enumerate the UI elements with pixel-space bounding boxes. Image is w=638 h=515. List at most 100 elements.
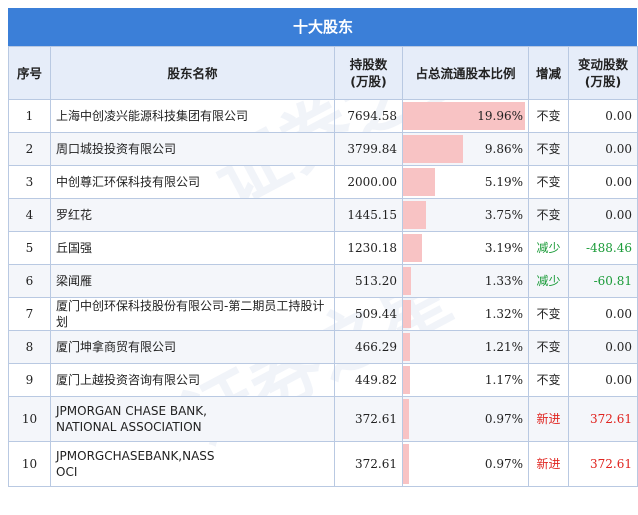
row-change-type: 不变 (528, 99, 569, 133)
row-idx: 2 (8, 132, 51, 166)
ratio-bar (403, 267, 412, 295)
row-idx: 4 (8, 198, 51, 232)
row-change-type: 不变 (528, 165, 569, 199)
row-ratio: 19.96% (402, 99, 529, 133)
row-idx: 3 (8, 165, 51, 199)
row-idx: 1 (8, 99, 51, 133)
ratio-bar (403, 399, 409, 439)
row-idx: 6 (8, 264, 51, 298)
row-shares: 3799.84 (334, 132, 403, 166)
row-name: 周口城投投资有限公司 (50, 132, 335, 166)
ratio-value: 3.75% (484, 208, 523, 222)
ratio-bar (403, 201, 426, 229)
row-name: 厦门上越投资咨询有限公司 (50, 363, 335, 397)
row-shares: 509.44 (334, 297, 403, 331)
row-idx: 10 (8, 396, 51, 442)
row-change-type: 新进 (528, 441, 569, 487)
table-row: 2 周口城投投资有限公司 3799.84 9.86% 不变 0.00 (8, 132, 638, 166)
row-idx: 9 (8, 363, 51, 397)
row-shares: 1230.18 (334, 231, 403, 265)
ratio-value: 1.21% (484, 340, 523, 354)
row-change-type: 不变 (528, 132, 569, 166)
row-ratio: 0.97% (402, 441, 529, 487)
ratio-bar (403, 333, 411, 361)
ratio-bar (403, 135, 464, 163)
row-ratio: 9.86% (402, 132, 529, 166)
row-name: 上海中创凌兴能源科技集团有限公司 (50, 99, 335, 133)
row-name: 罗红花 (50, 198, 335, 232)
row-idx: 8 (8, 330, 51, 364)
ratio-value: 0.97% (484, 412, 523, 426)
shareholders-table: 序号 股东名称 持股数 (万股) 占总流通股本比例 增减 变动股数 (万股) 1… (8, 46, 638, 487)
ratio-bar (403, 234, 423, 262)
row-change-type: 不变 (528, 363, 569, 397)
table-header-row: 序号 股东名称 持股数 (万股) 占总流通股本比例 增减 变动股数 (万股) (8, 46, 638, 100)
table-row: 4 罗红花 1445.15 3.75% 不变 0.00 (8, 198, 638, 232)
row-ratio: 1.21% (402, 330, 529, 364)
row-change-type: 减少 (528, 264, 569, 298)
panel-title: 十大股东 (8, 8, 637, 46)
row-name: 丘国强 (50, 231, 335, 265)
ratio-value: 5.19% (484, 175, 523, 189)
row-idx: 7 (8, 297, 51, 331)
row-ratio: 0.97% (402, 396, 529, 442)
row-shares: 7694.58 (334, 99, 403, 133)
row-change-amount: -488.46 (568, 231, 638, 265)
row-name: 厦门中创环保科技股份有限公司-第二期员工持股计划 (50, 297, 335, 331)
row-change-amount: 0.00 (568, 99, 638, 133)
row-idx: 5 (8, 231, 51, 265)
ratio-bar (403, 444, 409, 484)
row-change-amount: 0.00 (568, 363, 638, 397)
ratio-value: 9.86% (484, 142, 523, 156)
row-shares: 466.29 (334, 330, 403, 364)
row-change-type: 减少 (528, 231, 569, 265)
row-change-type: 新进 (528, 396, 569, 442)
row-change-amount: 372.61 (568, 396, 638, 442)
row-change-amount: -60.81 (568, 264, 638, 298)
row-shares: 2000.00 (334, 165, 403, 199)
table-row: 6 梁闻雁 513.20 1.33% 减少 -60.81 (8, 264, 638, 298)
shareholders-panel: 十大股东 序号 股东名称 持股数 (万股) 占总流通股本比例 增减 变动股数 (… (8, 8, 638, 487)
ratio-value: 3.19% (484, 241, 523, 255)
row-change-type: 不变 (528, 297, 569, 331)
table-row: 10 JPMORGCHASEBANK,NASS OCI 372.61 0.97% 新进 3… (8, 441, 638, 487)
row-idx: 10 (8, 441, 51, 487)
row-ratio: 3.75% (402, 198, 529, 232)
header-ratio: 占总流通股本比例 (402, 46, 529, 100)
ratio-bar (403, 168, 435, 196)
row-shares: 449.82 (334, 363, 403, 397)
table-row: 3 中创尊汇环保科技有限公司 2000.00 5.19% 不变 0.00 (8, 165, 638, 199)
ratio-value: 19.96% (477, 109, 523, 123)
row-change-type: 不变 (528, 330, 569, 364)
row-ratio: 3.19% (402, 231, 529, 265)
table-row: 7 厦门中创环保科技股份有限公司-第二期员工持股计划 509.44 1.32% 不变 0.… (8, 297, 638, 331)
row-ratio: 1.32% (402, 297, 529, 331)
row-shares: 513.20 (334, 264, 403, 298)
row-change-amount: 0.00 (568, 132, 638, 166)
row-name: 厦门坤拿商贸有限公司 (50, 330, 335, 364)
row-shares: 372.61 (334, 396, 403, 442)
row-name: JPMORGAN CHASE BANK, NATIONAL ASSOCIATIO… (50, 396, 335, 442)
ratio-bar (403, 300, 412, 328)
table-row: 8 厦门坤拿商贸有限公司 466.29 1.21% 不变 0.00 (8, 330, 638, 364)
row-ratio: 1.17% (402, 363, 529, 397)
ratio-value: 1.32% (484, 307, 523, 321)
row-ratio: 1.33% (402, 264, 529, 298)
row-change-type: 不变 (528, 198, 569, 232)
row-name: 梁闻雁 (50, 264, 335, 298)
ratio-value: 1.33% (484, 274, 523, 288)
table-row: 5 丘国强 1230.18 3.19% 减少 -488.46 (8, 231, 638, 265)
header-change-type: 增减 (528, 46, 569, 100)
header-shares: 持股数 (万股) (334, 46, 403, 100)
ratio-bar (403, 366, 411, 394)
row-change-amount: 0.00 (568, 198, 638, 232)
row-change-amount: 372.61 (568, 441, 638, 487)
ratio-value: 1.17% (484, 373, 523, 387)
row-name: 中创尊汇环保科技有限公司 (50, 165, 335, 199)
table-row: 1 上海中创凌兴能源科技集团有限公司 7694.58 19.96% 不变 0.00 (8, 99, 638, 133)
ratio-value: 0.97% (484, 457, 523, 471)
row-change-amount: 0.00 (568, 330, 638, 364)
table-row: 10 JPMORGAN CHASE BANK, NATIONAL ASSOCIAT… (8, 396, 638, 442)
row-change-amount: 0.00 (568, 165, 638, 199)
header-change-amount: 变动股数 (万股) (568, 46, 638, 100)
